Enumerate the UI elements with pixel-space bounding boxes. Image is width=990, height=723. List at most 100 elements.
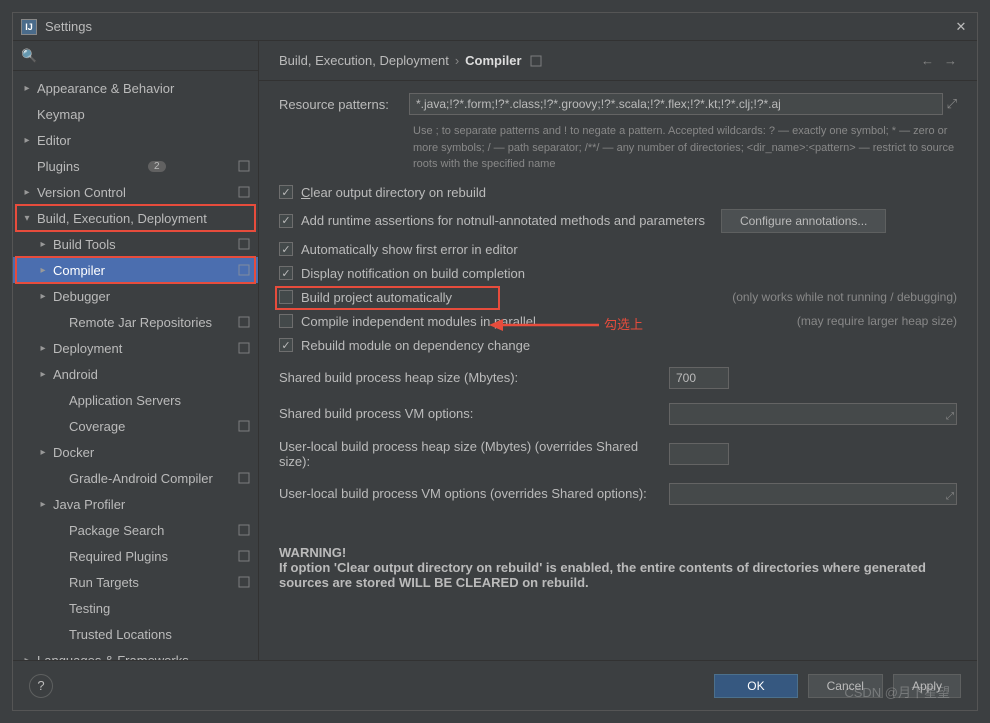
project-scope-icon — [238, 316, 250, 328]
tree-item-label: Docker — [53, 445, 94, 460]
chevron-right-icon: ▸ — [21, 655, 33, 661]
close-icon[interactable]: ✕ — [953, 19, 969, 35]
auto-show-error-checkbox[interactable] — [279, 242, 293, 256]
ok-button[interactable]: OK — [714, 674, 797, 698]
tree-item-trusted-locations[interactable]: Trusted Locations — [13, 621, 258, 647]
tree-item-version-control[interactable]: ▸Version Control — [13, 179, 258, 205]
auto-show-error-label: Automatically show first error in editor — [301, 242, 518, 257]
search-input[interactable] — [41, 49, 250, 63]
settings-dialog: IJ Settings ✕ 🔍 ▸ Appearance & Behavior Ke… — [12, 12, 978, 711]
tree-item-required-plugins[interactable]: Required Plugins — [13, 543, 258, 569]
tree-item-label: Version Control — [37, 185, 126, 200]
chevron-right-icon: ▸ — [21, 83, 33, 94]
help-button[interactable]: ? — [29, 674, 53, 698]
build-automatically-note: (only works while not running / debuggin… — [732, 290, 957, 304]
display-notification-row: Display notification on build completion — [279, 266, 957, 281]
build-automatically-row: Build project automatically (only works … — [279, 290, 957, 305]
expand-icon[interactable]: ⤢ — [946, 491, 954, 502]
expand-icon[interactable]: ⤢ — [947, 96, 957, 112]
tree-item-label: Android — [53, 367, 98, 382]
project-scope-icon — [238, 238, 250, 250]
build-automatically-checkbox[interactable] — [279, 290, 293, 304]
tree-item-languages-frameworks[interactable]: ▸ Languages & Frameworks — [13, 647, 258, 660]
window-title: Settings — [45, 19, 953, 34]
apply-button[interactable]: Apply — [893, 674, 961, 698]
tree-item-application-servers[interactable]: Application Servers — [13, 387, 258, 413]
shared-heap-label: Shared build process heap size (Mbytes): — [279, 370, 669, 385]
tree-item-build-execution-deployment[interactable]: ▾Build, Execution, Deployment — [13, 205, 258, 231]
runtime-assertions-label: Add runtime assertions for notnull-annot… — [301, 213, 705, 228]
tree-item-java-profiler[interactable]: ▸Java Profiler — [13, 491, 258, 517]
chevron-right-icon: ▸ — [37, 239, 49, 250]
titlebar: IJ Settings ✕ — [13, 13, 977, 41]
footer: ? OK Cancel Apply — [13, 660, 977, 710]
project-scope-icon — [238, 420, 250, 432]
back-icon[interactable]: ← — [921, 53, 934, 68]
runtime-assertions-checkbox[interactable] — [279, 214, 293, 228]
local-vm-row: User-local build process VM options (ove… — [279, 483, 957, 505]
search-box[interactable]: 🔍 — [13, 41, 258, 71]
display-notification-checkbox[interactable] — [279, 266, 293, 280]
tree-item-testing[interactable]: Testing — [13, 595, 258, 621]
tree-item-label: Coverage — [69, 419, 125, 434]
breadcrumb-parent[interactable]: Build, Execution, Deployment — [279, 53, 449, 68]
tree-item-label: Appearance & Behavior — [37, 81, 174, 96]
clear-output-row: Clear output directory on rebuild — [279, 185, 957, 200]
clear-output-checkbox[interactable] — [279, 185, 293, 199]
tree-item-label: Plugins — [37, 159, 80, 174]
warning-body: If option 'Clear output directory on reb… — [279, 560, 957, 590]
tree-item-build-tools[interactable]: ▸Build Tools — [13, 231, 258, 257]
forward-icon[interactable]: → — [944, 53, 957, 68]
chevron-right-icon: ▸ — [37, 369, 49, 380]
local-vm-input[interactable]: ⤢ — [669, 483, 957, 505]
tree-item-remote-jar-repositories[interactable]: Remote Jar Repositories — [13, 309, 258, 335]
tree-item-compiler[interactable]: ▸Compiler — [13, 257, 258, 283]
cancel-button[interactable]: Cancel — [808, 674, 883, 698]
tree-item-run-targets[interactable]: Run Targets — [13, 569, 258, 595]
chevron-right-icon: ▸ — [37, 447, 49, 458]
shared-vm-label: Shared build process VM options: — [279, 406, 669, 421]
rebuild-dep-label: Rebuild module on dependency change — [301, 338, 530, 353]
local-heap-row: User-local build process heap size (Mbyt… — [279, 439, 957, 469]
project-scope-icon — [238, 550, 250, 562]
project-scope-icon — [530, 55, 542, 67]
clear-output-label: Clear output directory on rebuild — [301, 185, 486, 200]
shared-vm-input[interactable]: ⤢ — [669, 403, 957, 425]
display-notification-label: Display notification on build completion — [301, 266, 525, 281]
local-heap-label: User-local build process heap size (Mbyt… — [279, 439, 669, 469]
local-heap-input[interactable] — [669, 443, 729, 465]
tree-item-plugins[interactable]: Plugins2 — [13, 153, 258, 179]
tree-item-docker[interactable]: ▸ Docker — [13, 439, 258, 465]
tree-item-deployment[interactable]: ▸Deployment — [13, 335, 258, 361]
tree-item-label: Testing — [69, 601, 110, 616]
tree-item-label: Languages & Frameworks — [37, 653, 189, 661]
settings-tree[interactable]: ▸Appearance & BehaviorKeymap▸EditorPlugi… — [13, 71, 258, 660]
resource-patterns-help: Use ; to separate patterns and ! to nega… — [413, 123, 957, 173]
shared-heap-input[interactable] — [669, 367, 729, 389]
resource-patterns-input[interactable] — [409, 93, 943, 115]
configure-annotations-button[interactable]: Configure annotations... — [721, 209, 886, 233]
compile-parallel-label: Compile independent modules in parallel — [301, 314, 536, 329]
tree-item-editor[interactable]: ▸Editor — [13, 127, 258, 153]
tree-item-appearance-behavior[interactable]: ▸ Appearance & Behavior — [13, 75, 258, 101]
project-scope-icon — [238, 160, 250, 172]
shared-vm-row: Shared build process VM options: ⤢ — [279, 403, 957, 425]
dialog-body: 🔍 ▸Appearance & BehaviorKeymap▸EditorPlu… — [13, 41, 977, 660]
rebuild-dep-checkbox[interactable] — [279, 338, 293, 352]
resource-patterns-label: Resource patterns: — [279, 97, 409, 112]
chevron-right-icon: ▸ — [37, 499, 49, 510]
tree-item-label: Compiler — [53, 263, 105, 278]
chevron-right-icon: ▸ — [21, 135, 33, 146]
tree-item-label: Run Targets — [69, 575, 139, 590]
tree-item-keymap[interactable]: Keymap — [13, 101, 258, 127]
content-area: Resource patterns: ⤢ Use ; to separate p… — [259, 81, 977, 660]
compile-parallel-checkbox[interactable] — [279, 314, 293, 328]
tree-item-android[interactable]: ▸ Android — [13, 361, 258, 387]
tree-item-gradle-android-compiler[interactable]: Gradle-Android Compiler — [13, 465, 258, 491]
breadcrumb-nav: ← → — [921, 53, 957, 68]
expand-icon[interactable]: ⤢ — [946, 411, 954, 422]
tree-item-package-search[interactable]: Package Search — [13, 517, 258, 543]
tree-item-coverage[interactable]: Coverage — [13, 413, 258, 439]
tree-item-debugger[interactable]: ▸Debugger — [13, 283, 258, 309]
tree-item-label: Remote Jar Repositories — [69, 315, 212, 330]
